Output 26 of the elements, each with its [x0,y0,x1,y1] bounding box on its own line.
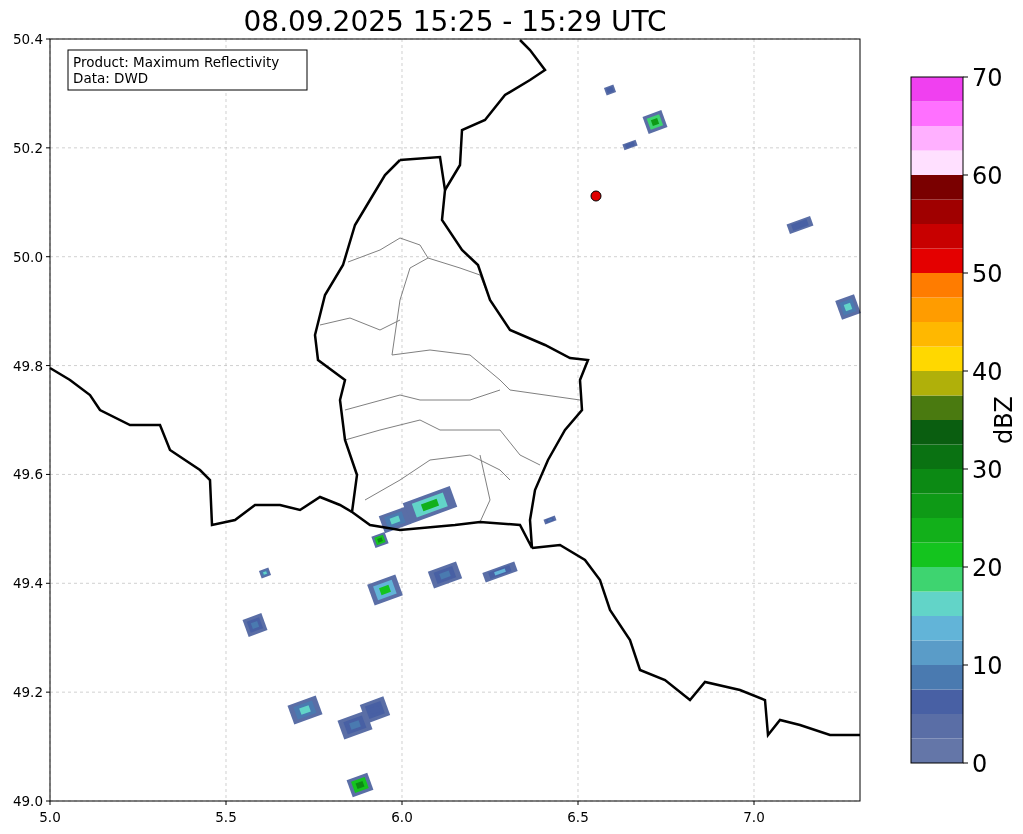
plot-title: 08.09.2025 15:25 - 15:29 UTC [243,5,667,38]
colorbar-tick-label: 60 [972,162,1003,190]
colorbar-tick-label: 0 [972,750,988,778]
x-tick-label: 5.5 [215,809,237,825]
x-tick-label: 6.5 [567,809,589,825]
y-tick-label: 50.2 [12,139,43,156]
info-text: Product: Maximum Reflectivity [73,54,280,70]
colorbar-tick-label: 20 [972,554,1003,582]
y-tick-label: 49.0 [12,793,43,809]
y-tick-label: 49.8 [12,357,43,374]
y-tick-label: 49.4 [12,575,43,592]
colorbar-tick-label: 50 [972,260,1003,288]
colorbar-tick-label: 40 [972,358,1003,386]
colorbar-tick-label: 70 [972,64,1003,92]
colorbar-tick-label: 10 [972,652,1003,680]
x-tick-label: 6.0 [391,809,413,825]
info-text: Data: DWD [73,70,149,86]
x-tick-label: 7.0 [743,809,765,825]
y-tick-label: 50.4 [12,31,43,47]
colorbar-label: dBZ [990,395,1018,445]
colorbar-tick-label: 30 [972,456,1003,484]
y-tick-label: 50.0 [12,248,43,265]
x-tick-label: 5.0 [39,809,61,825]
y-tick-label: 49.2 [12,684,43,701]
station-marker [590,190,602,202]
y-tick-label: 49.6 [12,466,43,483]
